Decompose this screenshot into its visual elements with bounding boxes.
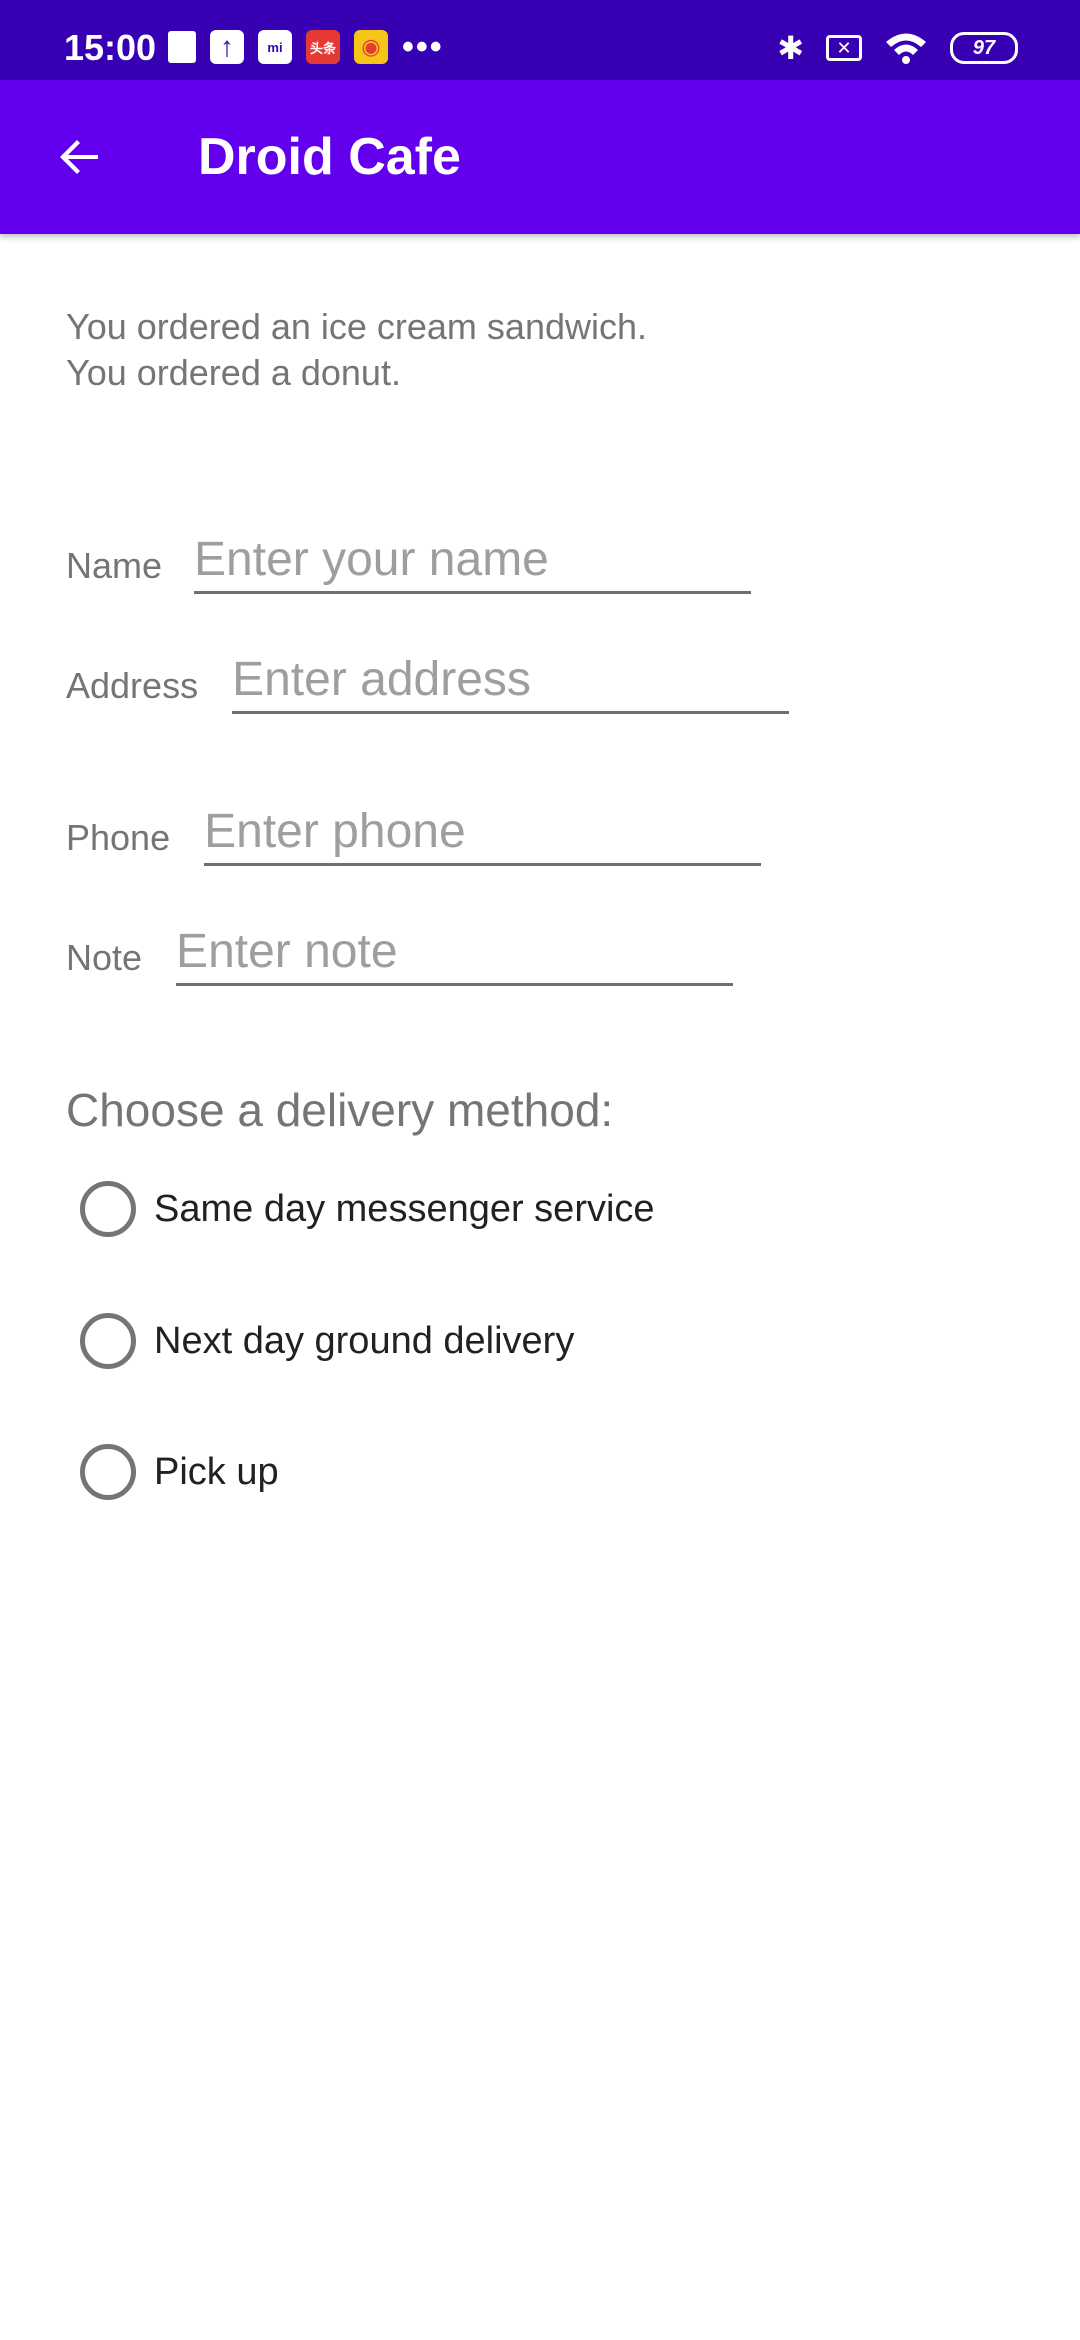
note-row: Note <box>66 920 734 986</box>
app-title: Droid Cafe <box>198 128 461 186</box>
delivery-heading: Choose a delivery method: <box>66 1084 614 1136</box>
name-row: Name <box>66 528 752 594</box>
toutiao-text: 头条 <box>309 40 336 56</box>
system-icons: ✱ ✕ 97 <box>777 28 1018 68</box>
phone-label: Phone <box>66 817 171 858</box>
weibo-icon: ◉ <box>354 30 388 64</box>
name-label: Name <box>66 545 163 586</box>
trash-icon <box>168 31 196 63</box>
status-time: 15:00 <box>64 27 157 68</box>
mi-text: mi <box>267 39 283 55</box>
arrow-back-icon <box>60 140 98 174</box>
radio-button[interactable] <box>80 1313 136 1369</box>
radio-pick-up[interactable]: Pick up <box>80 1437 279 1507</box>
phone-input[interactable] <box>204 800 762 866</box>
notification-icons: ↑ mi 头条 ◉ ••• <box>168 27 444 67</box>
note-input[interactable] <box>176 920 734 986</box>
address-input[interactable] <box>232 648 790 714</box>
phone-row: Phone <box>66 800 762 866</box>
order-summary: You ordered an ice cream sandwich. You o… <box>66 306 648 393</box>
no-sim-icon: ✕ <box>826 35 862 61</box>
battery-icon: 97 <box>950 32 1018 64</box>
toutiao-icon: 头条 <box>306 30 340 64</box>
address-row: Address <box>66 648 790 714</box>
back-button[interactable] <box>40 117 120 197</box>
bluetooth-icon: ✱ <box>777 30 804 66</box>
address-label: Address <box>66 665 199 706</box>
radio-same-day[interactable]: Same day messenger service <box>80 1174 655 1244</box>
radio-next-day[interactable]: Next day ground delivery <box>80 1306 574 1376</box>
wifi-icon <box>886 33 926 64</box>
upload-icon: ↑ <box>210 30 244 64</box>
note-label: Note <box>66 937 143 978</box>
name-input[interactable] <box>194 528 752 594</box>
radio-button[interactable] <box>80 1181 136 1237</box>
radio-label[interactable]: Next day ground delivery <box>154 1320 574 1363</box>
battery-level: 97 <box>972 36 996 59</box>
radio-label[interactable]: Pick up <box>154 1451 279 1494</box>
mi-store-icon: mi <box>258 30 292 64</box>
radio-button[interactable] <box>80 1444 136 1500</box>
radio-label[interactable]: Same day messenger service <box>154 1188 655 1231</box>
app-bar: Droid Cafe <box>0 80 1080 234</box>
status-bar: 15:00 ↑ mi 头条 ◉ ••• ✱ ✕ 97 <box>0 0 1080 80</box>
more-notifications-icon: ••• <box>402 28 444 66</box>
